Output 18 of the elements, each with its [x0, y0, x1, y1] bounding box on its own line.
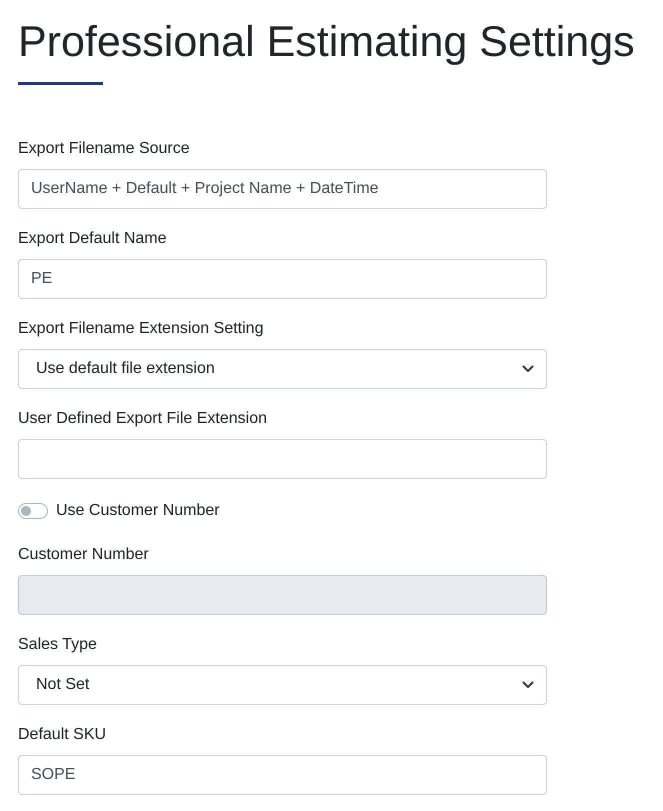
field-label: Default SKU: [18, 725, 108, 745]
dropdown[interactable]: Use default file extension: [18, 349, 547, 389]
field-label: Customer Number: [18, 545, 150, 565]
field-label: Export Filename Source: [18, 139, 191, 159]
page-title: Professional Estimating Settings: [18, 17, 636, 68]
field-label: User Defined Export File Extension: [18, 409, 268, 429]
chevron-down-icon: [522, 681, 534, 689]
field-label: Export Default Name: [18, 229, 168, 249]
input-field[interactable]: [18, 439, 547, 479]
chevron-down-icon: [522, 365, 534, 373]
field-label: Sales Type: [18, 635, 98, 655]
field-label: Export Filename Extension Setting: [18, 319, 264, 339]
input-field[interactable]: UserName + Default + Project Name + DateTime: [18, 169, 547, 209]
dropdown[interactable]: Not Set: [18, 665, 547, 705]
toggle-switch[interactable]: [18, 503, 48, 519]
input-field[interactable]: SOPE: [18, 755, 547, 795]
input-field[interactable]: PE: [18, 259, 547, 299]
toggle-label: Use Customer Number: [56, 502, 220, 520]
